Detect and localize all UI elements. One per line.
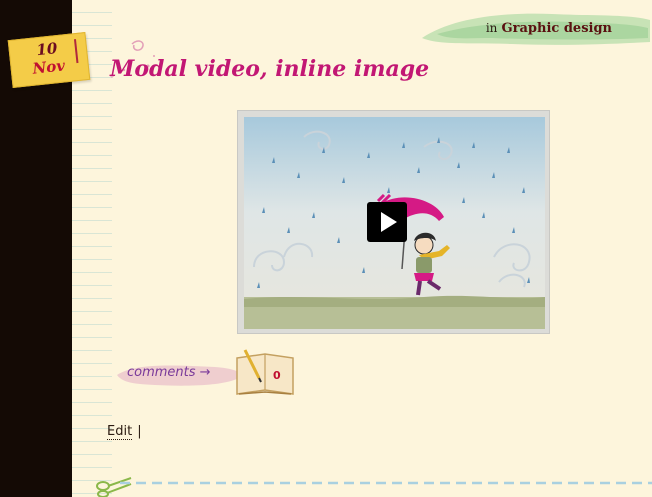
post-edit-row: Edit | xyxy=(107,424,142,440)
post-date-note: 10 Nov xyxy=(7,32,91,88)
post-title[interactable]: Modal video, inline image xyxy=(110,56,429,82)
edit-link[interactable]: Edit xyxy=(107,424,133,440)
category-line: in Graphic design xyxy=(486,21,612,36)
category-link[interactable]: Graphic design xyxy=(502,21,612,36)
play-icon[interactable] xyxy=(367,202,407,242)
video-thumbnail[interactable] xyxy=(237,110,550,334)
category-prefix: in xyxy=(485,21,498,35)
edit-separator: | xyxy=(137,424,142,439)
open-book-icon[interactable] xyxy=(235,348,295,398)
category-banner: in Graphic design xyxy=(412,8,652,50)
comments-label-decoration[interactable]: comments → xyxy=(115,357,245,391)
dashed-cut-line xyxy=(120,481,652,485)
comments-label: comments → xyxy=(127,365,211,380)
comments-count[interactable]: 0 xyxy=(273,369,281,382)
